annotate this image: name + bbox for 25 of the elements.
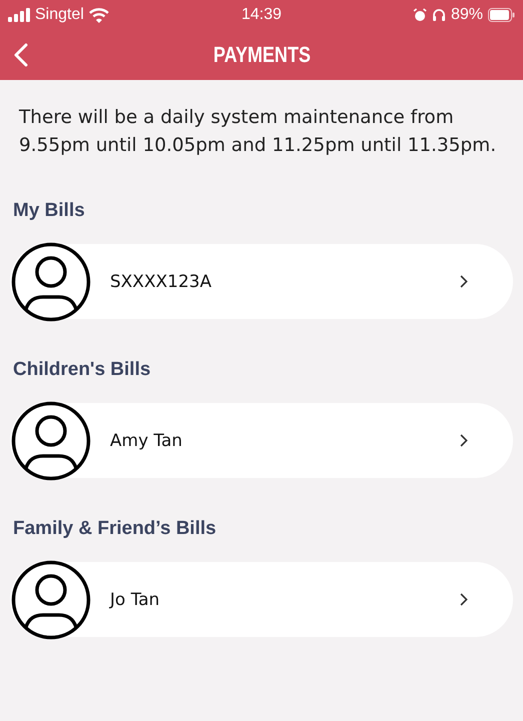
chevron-right-icon bbox=[460, 434, 468, 447]
bill-name: SXXXX123A bbox=[110, 272, 212, 292]
avatar-icon bbox=[11, 242, 91, 322]
status-time: 14:39 bbox=[240, 6, 283, 24]
wifi-icon bbox=[88, 8, 109, 22]
section-heading: My Bills bbox=[13, 200, 86, 222]
battery-icon bbox=[488, 8, 515, 22]
maintenance-notice: There will be a daily system maintenance from 9.55pm until 10.05pm and 11.25pm until 11.35pm. bbox=[19, 106, 498, 158]
bill-item[interactable]: SXXXX123A bbox=[10, 244, 513, 319]
chevron-right-icon bbox=[460, 593, 468, 606]
bill-item[interactable]: Amy Tan bbox=[10, 403, 513, 478]
section-heading: Children's Bills bbox=[13, 359, 152, 381]
page-title: PAYMENTS bbox=[212, 42, 311, 68]
section-heading: Family & Friend’s Bills bbox=[13, 518, 218, 540]
battery-percent: 89% bbox=[450, 6, 483, 24]
signal-icon bbox=[8, 8, 30, 22]
bill-name: Amy Tan bbox=[110, 430, 184, 450]
carrier-name: Singtel bbox=[35, 6, 84, 24]
bill-name: Jo Tan bbox=[110, 590, 161, 610]
alarm-icon bbox=[412, 8, 427, 22]
headphones-icon bbox=[432, 8, 446, 22]
bill-item[interactable]: Jo Tan bbox=[10, 562, 513, 637]
avatar-icon bbox=[11, 560, 91, 640]
avatar-icon bbox=[11, 400, 91, 480]
chevron-right-icon bbox=[460, 275, 468, 288]
